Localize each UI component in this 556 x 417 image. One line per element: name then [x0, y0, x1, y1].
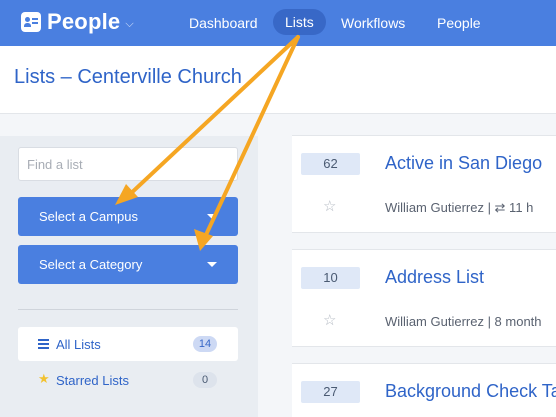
list-card: 10 ☆ Address List William Gutierrez | 8 …: [292, 249, 556, 347]
people-count-badge: 62: [301, 153, 360, 175]
page-header: Lists – Centerville Church: [0, 46, 556, 114]
count-badge: 0: [193, 372, 217, 388]
select-campus-button[interactable]: Select a Campus: [18, 197, 238, 236]
people-count-badge: 27: [301, 381, 360, 403]
star-icon: ★: [38, 371, 50, 386]
nav-workflows[interactable]: Workflows: [341, 0, 405, 46]
sidebar-item-label: All Lists: [56, 337, 101, 352]
sidebar-item-all-lists[interactable]: All Lists 14: [18, 327, 238, 361]
select-campus-label: Select a Campus: [39, 209, 138, 224]
people-count-badge: 10: [301, 267, 360, 289]
list-meta: William Gutierrez | ⇄ 11 h: [385, 200, 534, 215]
list-card: 27 Background Check Ta: [292, 363, 556, 417]
people-app-icon: [21, 12, 41, 32]
list-meta: William Gutierrez | 8 month: [385, 314, 542, 329]
page-title: Lists – Centerville Church: [14, 66, 242, 88]
app-switcher[interactable]: People ⌵: [21, 9, 134, 35]
select-category-button[interactable]: Select a Category: [18, 245, 238, 284]
nav-people[interactable]: People: [437, 0, 481, 46]
list-icon: [38, 339, 49, 349]
caret-down-icon: [207, 214, 217, 219]
star-outline-icon[interactable]: ☆: [323, 311, 336, 329]
find-list-input[interactable]: [18, 147, 238, 181]
list-title-link[interactable]: Background Check Ta: [385, 381, 556, 402]
sidebar-item-starred-lists[interactable]: ★ Starred Lists 0: [18, 363, 238, 397]
count-badge: 14: [193, 336, 217, 352]
chevron-down-icon: ⌵: [125, 17, 134, 30]
list-title-link[interactable]: Active in San Diego: [385, 153, 542, 174]
nav-lists[interactable]: Lists: [273, 9, 326, 35]
sidebar-item-label: Starred Lists: [56, 373, 129, 388]
nav-dashboard[interactable]: Dashboard: [189, 0, 258, 46]
sidebar-divider: [18, 309, 238, 310]
select-category-label: Select a Category: [39, 257, 143, 272]
top-nav: People ⌵ Dashboard Lists Workflows Peopl…: [0, 0, 556, 46]
star-outline-icon[interactable]: ☆: [323, 197, 336, 215]
app-name: People: [47, 9, 121, 34]
caret-down-icon: [207, 262, 217, 267]
list-title-link[interactable]: Address List: [385, 267, 484, 288]
list-card: 62 ☆ Active in San Diego William Gutierr…: [292, 135, 556, 233]
